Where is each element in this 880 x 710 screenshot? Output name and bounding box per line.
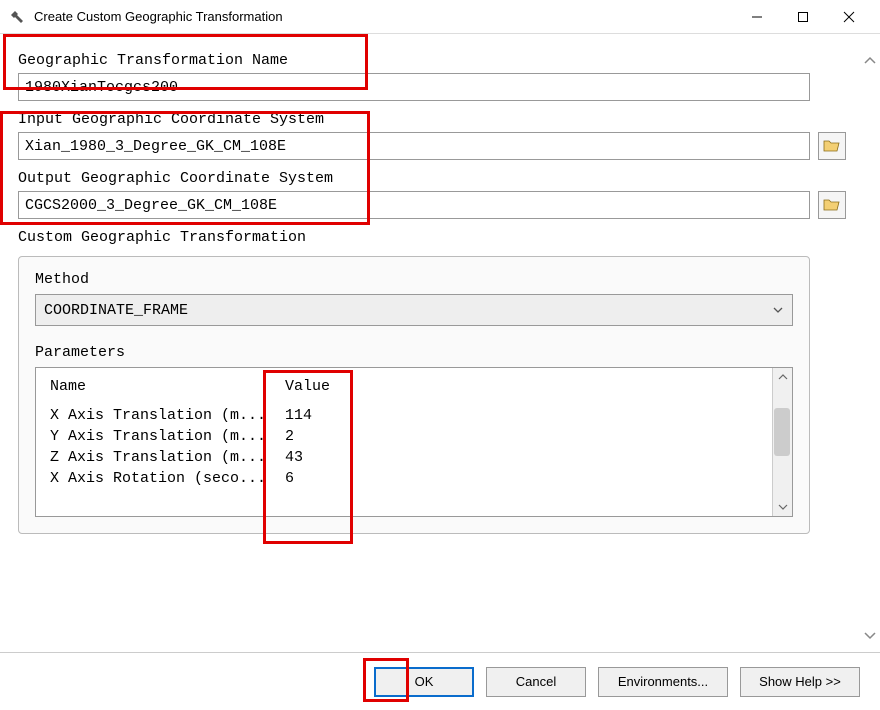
window-controls <box>734 2 872 32</box>
window-title: Create Custom Geographic Transformation <box>34 9 734 24</box>
environments-button[interactable]: Environments... <box>598 667 728 697</box>
output-gcs-browse-button[interactable] <box>818 191 846 219</box>
method-select[interactable]: COORDINATE_FRAME <box>35 294 793 326</box>
button-bar: OK Cancel Environments... Show Help >> <box>0 652 880 710</box>
parameters-col-name: Name <box>46 376 281 405</box>
output-gcs-input[interactable] <box>18 191 810 219</box>
input-gcs-label: Input Geographic Coordinate System <box>18 111 850 128</box>
table-row[interactable]: X Axis Translation (m...114 <box>46 405 762 426</box>
app-icon <box>8 8 26 26</box>
input-gcs-browse-button[interactable] <box>818 132 846 160</box>
output-gcs-label: Output Geographic Coordinate System <box>18 170 850 187</box>
param-name: X Axis Rotation (seco... <box>46 468 281 489</box>
transformation-name-group: Geographic Transformation Name <box>18 52 850 101</box>
param-name: Z Axis Translation (m... <box>46 447 281 468</box>
chevron-down-icon <box>778 502 788 512</box>
param-value[interactable]: 114 <box>281 405 762 426</box>
maximize-button[interactable] <box>780 2 826 32</box>
output-gcs-group: Output Geographic Coordinate System <box>18 170 850 219</box>
close-button[interactable] <box>826 2 872 32</box>
table-row[interactable]: X Axis Rotation (seco...6 <box>46 468 762 489</box>
param-value[interactable]: 6 <box>281 468 762 489</box>
content-wrapper: Geographic Transformation Name Input Geo… <box>0 34 880 652</box>
folder-open-icon <box>823 197 841 213</box>
show-help-button[interactable]: Show Help >> <box>740 667 860 697</box>
table-row[interactable]: Y Axis Translation (m...2 <box>46 426 762 447</box>
scrollbar-thumb[interactable] <box>774 408 790 456</box>
transformation-name-label: Geographic Transformation Name <box>18 52 850 69</box>
method-panel: Method COORDINATE_FRAME Parameters Name … <box>18 256 810 534</box>
parameters-table: Name Value X Axis Translation (m...114Y … <box>35 367 793 517</box>
chevron-down-icon <box>863 628 877 642</box>
parameters-label: Parameters <box>35 344 793 361</box>
param-value[interactable]: 2 <box>281 426 762 447</box>
transformation-name-input[interactable] <box>18 73 810 101</box>
table-row[interactable]: Z Axis Translation (m...43 <box>46 447 762 468</box>
ok-button[interactable]: OK <box>374 667 474 697</box>
chevron-up-icon <box>778 372 788 382</box>
chevron-down-icon <box>772 304 784 316</box>
input-gcs-input[interactable] <box>18 132 810 160</box>
titlebar: Create Custom Geographic Transformation <box>0 0 880 34</box>
cancel-button[interactable]: Cancel <box>486 667 586 697</box>
param-name: Y Axis Translation (m... <box>46 426 281 447</box>
parameters-scrollbar[interactable] <box>772 368 792 516</box>
minimize-button[interactable] <box>734 2 780 32</box>
chevron-up-icon <box>863 54 877 68</box>
input-gcs-group: Input Geographic Coordinate System <box>18 111 850 160</box>
folder-open-icon <box>823 138 841 154</box>
param-value[interactable]: 43 <box>281 447 762 468</box>
method-label: Method <box>35 271 793 288</box>
outer-scrollbar[interactable] <box>860 34 880 652</box>
custom-transformation-label: Custom Geographic Transformation <box>18 229 850 246</box>
parameters-col-value: Value <box>281 376 762 405</box>
param-name: X Axis Translation (m... <box>46 405 281 426</box>
main-panel: Geographic Transformation Name Input Geo… <box>0 34 860 652</box>
method-value: COORDINATE_FRAME <box>44 302 188 319</box>
